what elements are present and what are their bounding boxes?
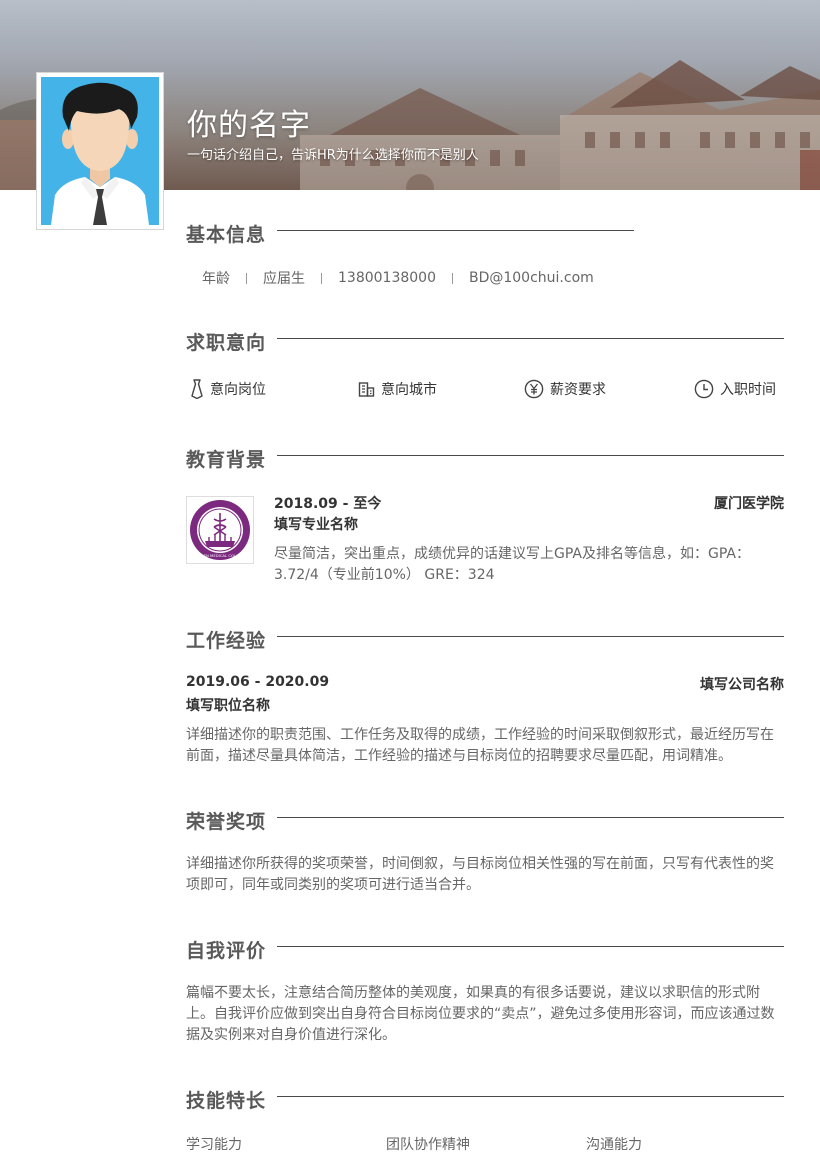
- intention-city-label: 意向城市: [381, 382, 437, 398]
- yen-icon: [524, 379, 544, 399]
- section-title-job-intention: 求职意向: [186, 332, 267, 354]
- section-divider: [277, 455, 784, 456]
- section-title-basic-info: 基本信息: [186, 224, 267, 246]
- section-title-education: 教育背景: [186, 449, 267, 471]
- candidate-tagline: 一句话介绍自己，告诉HR为什么选择你而不是别人: [187, 148, 479, 163]
- building-icon: [358, 381, 375, 397]
- section-title-work: 工作经验: [186, 630, 267, 652]
- education-period: 2018.09 - 至今: [274, 496, 382, 512]
- intention-start-time: 入职时间: [694, 379, 776, 399]
- basic-info-row: 年龄 应届生 13800138000 BD@100chui.com: [186, 268, 610, 288]
- education-description: 尽量简洁，突出重点，成绩优异的话建议写上GPA及排名等信息，如：GPA：3.72…: [274, 546, 750, 583]
- work-position: 填写职位名称: [186, 698, 270, 714]
- school-logo: XIAMEN MEDICAL COLLEGE: [186, 496, 254, 564]
- info-phone: 13800138000: [338, 270, 436, 286]
- intention-city: 意向城市: [358, 379, 437, 399]
- clock-icon: [694, 379, 714, 399]
- tie-icon: [191, 379, 203, 399]
- intention-salary: 薪资要求: [524, 379, 606, 399]
- school-emblem-icon: XIAMEN MEDICAL COLLEGE: [190, 500, 250, 560]
- intention-start-time-label: 入职时间: [720, 382, 776, 398]
- section-title-honors: 荣誉奖项: [186, 811, 267, 833]
- intention-position-label: 意向岗位: [210, 382, 266, 398]
- section-divider: [277, 817, 784, 818]
- section-divider: [277, 946, 784, 947]
- work-description: 详细描述你的职责范围、工作任务及取得的成绩，工作经验的时间采取倒叙形式，最近经历…: [186, 727, 774, 764]
- info-status: 应届生: [263, 271, 305, 287]
- section-divider: [277, 636, 784, 637]
- skill-item: 学习能力: [186, 1137, 242, 1153]
- honors-description: 详细描述你所获得的奖项荣誉，时间倒叙，与目标岗位相关性强的写在前面，只写有代表性…: [186, 856, 774, 893]
- section-divider: [277, 1096, 784, 1097]
- work-company: 填写公司名称: [700, 677, 784, 693]
- work-period: 2019.06 - 2020.09: [186, 674, 330, 690]
- section-divider: [277, 230, 634, 231]
- avatar: [36, 72, 164, 230]
- info-email: BD@100chui.com: [468, 270, 594, 286]
- education-major: 填写专业名称: [274, 517, 358, 533]
- person-icon: [51, 82, 149, 225]
- education-school: 厦门医学院: [714, 496, 784, 512]
- self-evaluation-description: 篇幅不要太长，注意结合简历整体的美观度，如果真的有很多话要说，建议以求职信的形式…: [186, 985, 775, 1043]
- skill-item: 团队协作精神: [386, 1137, 470, 1153]
- candidate-name: 你的名字: [187, 108, 311, 143]
- school-emblem-text: XIAMEN MEDICAL COLLEGE: [194, 553, 247, 558]
- section-divider: [277, 338, 784, 339]
- info-age: 年龄: [202, 271, 230, 287]
- avatar-image: [41, 77, 159, 225]
- intention-position: 意向岗位: [190, 379, 266, 399]
- section-title-skills: 技能特长: [186, 1090, 267, 1112]
- intention-salary-label: 薪资要求: [550, 382, 606, 398]
- section-title-self-evaluation: 自我评价: [186, 940, 267, 962]
- skill-item: 沟通能力: [586, 1137, 642, 1153]
